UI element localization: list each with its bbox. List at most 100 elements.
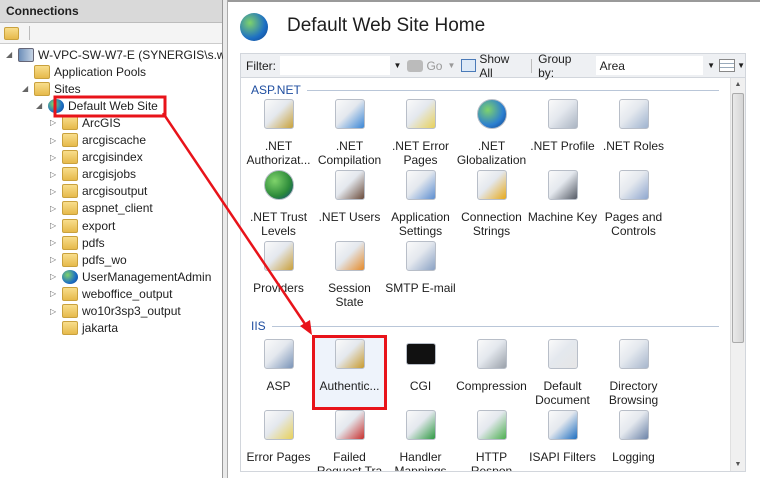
expand-toggle-icon[interactable]: ▷	[50, 255, 59, 264]
expand-toggle-icon[interactable]: ▷	[50, 272, 59, 281]
tree-node[interactable]: ▷ arcgisindex	[50, 149, 143, 166]
feature-asp[interactable]: ASP	[243, 337, 314, 408]
feature-cgi[interactable]: CGI	[385, 337, 456, 408]
settings-list-icon	[405, 170, 436, 200]
tree-node[interactable]: ◢ Sites	[22, 80, 81, 97]
tree-node[interactable]: ▷ pdfs	[50, 234, 105, 251]
profile-icon	[547, 99, 578, 129]
scroll-down-icon[interactable]: ▼	[731, 461, 745, 468]
feature-compression[interactable]: Compression	[456, 337, 527, 408]
section-title: ASP.NET	[251, 83, 301, 97]
feature-application-settings[interactable]: Application Settings	[385, 168, 456, 239]
tree-node[interactable]: ◢ Default Web Site	[36, 97, 158, 114]
tree-node[interactable]: ◢ W-VPC-SW-W7-E (SYNERGIS\s.wint	[6, 46, 238, 63]
feature-connection-strings[interactable]: Connection Strings	[456, 168, 527, 239]
feature-directory-browsing[interactable]: Directory Browsing	[598, 337, 669, 408]
expand-toggle-icon[interactable]: ▷	[50, 204, 59, 213]
feature-machine-key[interactable]: Machine Key	[527, 168, 598, 239]
feature-net-authorizat[interactable]: .NET Authorizat...	[243, 97, 314, 168]
feature-net-globalization[interactable]: .NET Globalization	[456, 97, 527, 168]
filter-input[interactable]	[280, 56, 390, 75]
tree-node[interactable]: ▷ arcgisjobs	[50, 166, 136, 183]
go-button[interactable]: Go ▼	[407, 59, 455, 73]
expand-toggle-icon[interactable]: ▷	[50, 170, 59, 179]
connections-pane: Connections ◢ W-VPC-SW-W7-E (SYNERGIS\s.w…	[0, 0, 238, 478]
feature-handler-mappings[interactable]: Handler Mappings	[385, 408, 456, 471]
expand-toggle-icon[interactable]: ▷	[50, 221, 59, 230]
scroll-thumb[interactable]	[732, 93, 744, 343]
feature-default-document[interactable]: Default Document	[527, 337, 598, 408]
feature-failed-request-tra[interactable]: Failed Request Tra	[314, 408, 385, 472]
virtual-dir-icon	[62, 321, 78, 336]
feature-http-respon[interactable]: HTTP Respon	[456, 408, 527, 471]
expand-toggle-icon[interactable]: ◢	[22, 84, 31, 93]
feature-net-compilation[interactable]: .NET Compilation	[314, 97, 385, 168]
filter-dropdown-icon[interactable]: ▼	[394, 61, 402, 70]
providers-icon	[263, 241, 294, 271]
group-by-dropdown-icon[interactable]: ▼	[707, 61, 715, 70]
feature-session-state[interactable]: Session State	[314, 239, 385, 310]
feature-error-pages[interactable]: Error Pages	[243, 408, 314, 471]
feature-net-trust-levels[interactable]: .NET Trust Levels	[243, 168, 314, 239]
sites-folder-icon	[34, 81, 50, 96]
feature-logging[interactable]: Logging	[598, 408, 669, 471]
feature-net-error-pages[interactable]: .NET Error Pages	[385, 97, 456, 168]
tree-node[interactable]: jakarta	[50, 320, 118, 337]
expand-toggle-icon[interactable]: ▷	[50, 307, 59, 316]
filter-bar: Filter: ▼ Go ▼ Show All Group by: Area ▼ …	[240, 52, 746, 80]
lock-doc-icon	[263, 99, 294, 129]
pages-controls-icon	[618, 170, 649, 200]
feature-smtp-e-mail[interactable]: SMTP E-mail	[385, 239, 456, 310]
feature-label: Error Pages	[246, 450, 311, 464]
tree-node[interactable]: ▷ wo10r3sp3_output	[50, 303, 181, 320]
tree-node[interactable]: ▷ UserManagementAdmin	[50, 268, 211, 285]
iis-features: ASP Authentic... CGI Compression Default Doc…	[243, 335, 673, 472]
expand-toggle-icon[interactable]: ▷	[50, 187, 59, 196]
feature-authentic[interactable]: Authentic...	[312, 335, 387, 410]
tree-node[interactable]: ▷ arcgisoutput	[50, 183, 147, 200]
feature-pages-and-controls[interactable]: Pages and Controls	[598, 168, 669, 239]
feature-label: Pages and Controls	[604, 210, 663, 238]
tree-node-label: export	[82, 218, 116, 233]
view-icon	[719, 59, 736, 72]
expand-toggle-icon[interactable]: ◢	[36, 101, 45, 110]
expand-toggle-icon[interactable]: ▷	[50, 118, 59, 127]
expand-toggle-icon[interactable]: ▷	[50, 153, 59, 162]
website-globe-icon	[48, 98, 64, 113]
vertical-scrollbar[interactable]: ▲ ▼	[730, 78, 745, 471]
expand-toggle-icon[interactable]: ◢	[6, 50, 15, 59]
authentication-icon	[334, 339, 365, 369]
expand-toggle-icon[interactable]: ▷	[50, 136, 59, 145]
tree-node[interactable]: ▷ weboffice_output	[50, 285, 173, 302]
tree-node[interactable]: ▷ pdfs_wo	[50, 251, 127, 268]
view-mode-button[interactable]: ▼	[719, 59, 745, 72]
feature-label: Compression	[456, 379, 527, 393]
error-404-icon	[263, 410, 294, 440]
feature-net-profile[interactable]: .NET Profile	[527, 97, 598, 168]
tree-node[interactable]: ▷ ArcGIS	[50, 114, 121, 131]
feature-providers[interactable]: Providers	[243, 239, 314, 310]
users-icon	[334, 170, 365, 200]
connect-icon[interactable]	[4, 26, 19, 40]
tree-node[interactable]: ▷ export	[50, 217, 115, 234]
group-by-select[interactable]: Area	[595, 56, 704, 75]
folder-icon	[62, 115, 78, 130]
show-all-button[interactable]: Show All	[461, 52, 525, 80]
app-pools-icon	[34, 64, 50, 79]
feature-label: ASP	[266, 379, 291, 393]
tree-node[interactable]: ▷ arcgiscache	[50, 132, 146, 149]
tree-node[interactable]: Application Pools	[22, 63, 146, 80]
feature-label: Failed Request Tra	[316, 450, 383, 472]
globe-icon	[476, 99, 507, 129]
tree-node-label: arcgiscache	[82, 133, 147, 147]
tree-node[interactable]: ▷ aspnet_client	[50, 200, 153, 217]
feature-label: .NET Profile	[530, 139, 595, 153]
feature-net-roles[interactable]: .NET Roles	[598, 97, 669, 168]
connections-toolbar	[0, 23, 222, 44]
feature-net-users[interactable]: .NET Users	[314, 168, 385, 239]
scroll-up-icon[interactable]: ▲	[731, 81, 745, 88]
expand-toggle-icon[interactable]: ▷	[50, 289, 59, 298]
expand-toggle-icon[interactable]: ▷	[50, 238, 59, 247]
feature-isapi-filters[interactable]: ISAPI Filters	[527, 408, 598, 471]
feature-label: SMTP E-mail	[385, 281, 456, 295]
